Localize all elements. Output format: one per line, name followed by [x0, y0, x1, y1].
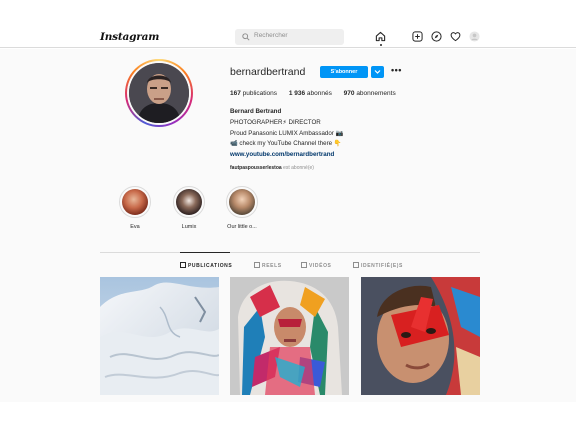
publications-count: 167 [230, 90, 241, 97]
followers-stat[interactable]: 1 936 abonnés [289, 90, 332, 97]
publications-stat: 167 publications [230, 90, 277, 97]
tab-label: VIDÉOS [309, 263, 332, 269]
followers-count: 1 936 [288, 90, 306, 97]
tab-tagged[interactable]: IDENTIFIÉ(E)S [353, 262, 403, 269]
profile-bio: Bernard Bertrand PHOTOGRAPHER⚡ DIRECTOR … [230, 107, 343, 172]
more-options-button[interactable]: ••• [391, 65, 402, 75]
reels-icon [254, 262, 260, 268]
bio-website-link[interactable]: www.youtube.com/bernardbertrand [230, 150, 343, 161]
tab-label: PUBLICATIONS [188, 263, 233, 269]
highlight-label: Eva [130, 224, 140, 230]
post-thumbnail[interactable] [100, 277, 219, 395]
tab-videos[interactable]: VIDÉOS [301, 262, 332, 269]
active-page-indicator [380, 44, 382, 46]
followed-by-text: faut­pasp­ousserlestoa est abonné(e) [230, 164, 343, 172]
profile-picture-border [127, 61, 191, 125]
profile-username: bernardbertrand [230, 66, 306, 78]
search-icon [242, 33, 250, 41]
new-post-icon[interactable] [412, 31, 423, 42]
following-count: 970 [343, 90, 355, 97]
publications-label: publications [240, 90, 277, 97]
profile-photo [129, 63, 189, 123]
highlight-cover [122, 189, 148, 215]
grid-icon [180, 262, 186, 268]
story-highlight[interactable]: Our little o... [224, 186, 260, 230]
followed-by-suffix: est abonné(e) [281, 164, 314, 171]
tab-reels[interactable]: REELS [254, 262, 282, 269]
bio-line: Proud Panasonic LUMIX Ambassador 📷 [230, 129, 344, 137]
tab-publications[interactable]: PUBLICATIONS [180, 262, 232, 269]
profile-full-name: Bernard Bertrand [230, 108, 282, 115]
explore-icon[interactable] [431, 31, 442, 42]
red-face-paint-portrait-photo [361, 277, 480, 395]
highlight-cover [176, 189, 202, 215]
active-tab-indicator [180, 252, 230, 253]
story-highlight[interactable]: Lumix [171, 186, 207, 230]
page-footer-area [0, 402, 576, 432]
tab-label: REELS [262, 263, 282, 269]
profile-picture[interactable] [125, 59, 193, 127]
suggested-accounts-button[interactable] [371, 66, 384, 78]
following-stat[interactable]: 970 abonnements [344, 90, 396, 97]
highlight-label: Our little o... [227, 224, 257, 230]
top-navigation-bar: Instagram Rechercher [0, 0, 576, 48]
home-icon[interactable] [375, 31, 386, 42]
tabs-divider [100, 252, 480, 253]
tab-label: IDENTIFIÉ(E)S [361, 263, 403, 269]
video-icon [301, 262, 307, 268]
bio-line: PHOTOGRAPHER⚡ DIRECTOR [230, 118, 321, 126]
chevron-down-icon [374, 70, 381, 74]
story-highlight[interactable]: Eva [117, 186, 153, 230]
snow-landscape-photo [100, 277, 219, 395]
search-placeholder: Rechercher [254, 32, 288, 39]
instagram-logo[interactable]: Instagram [100, 31, 159, 43]
highlight-ring [226, 186, 258, 218]
colorful-hood-portrait-photo [230, 277, 349, 395]
post-thumbnail[interactable] [230, 277, 349, 395]
profile-avatar-icon[interactable] [469, 31, 480, 42]
followed-by-user[interactable]: faut­pasp­ousserlestoa [230, 165, 282, 171]
bio-line: 📹 check my YouTube Channel there 👇 [230, 140, 342, 148]
tagged-icon [353, 262, 359, 268]
heart-icon[interactable] [450, 31, 461, 42]
follow-button[interactable]: S'abonner [320, 66, 368, 78]
highlight-label: Lumix [181, 224, 197, 230]
post-thumbnail[interactable] [361, 277, 480, 395]
highlight-cover [229, 189, 255, 215]
profile-stats: 167 publications 1 936 abonnés 970 abonn… [230, 90, 406, 97]
following-label: abonnements [354, 90, 396, 97]
highlight-ring [119, 186, 151, 218]
followers-label: abonnés [305, 90, 332, 97]
search-input[interactable]: Rechercher [235, 29, 344, 45]
highlight-ring [173, 186, 205, 218]
